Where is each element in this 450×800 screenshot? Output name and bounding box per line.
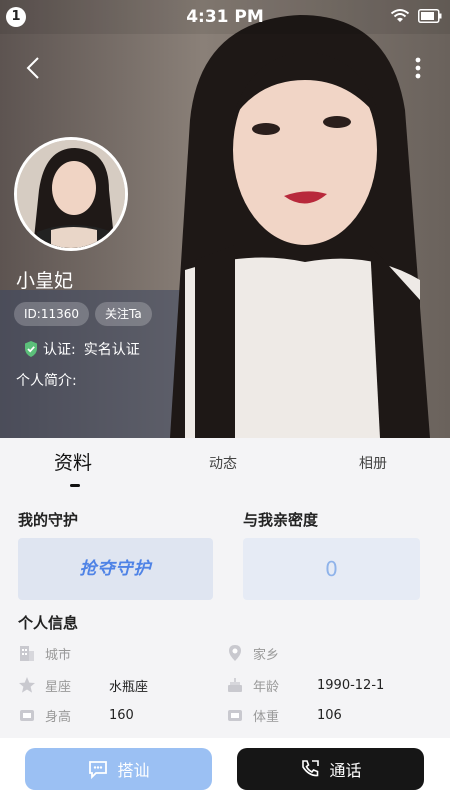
info-row-age: 年龄 1990-12-1 [226, 675, 384, 695]
avatar[interactable] [14, 137, 128, 251]
chat-up-button[interactable]: 搭讪 [25, 748, 212, 790]
location-pin-icon [229, 645, 241, 661]
wifi-icon [390, 9, 410, 22]
info-label-weight: 体重 [253, 709, 280, 725]
info-label-height: 身高 [45, 709, 72, 725]
info-row-city: 城市 [18, 643, 109, 663]
user-id-badge: ID:11360 [14, 302, 89, 326]
guard-title: 我的守护 [18, 511, 79, 529]
info-row-hometown: 家乡 [226, 643, 317, 663]
info-label-hometown: 家乡 [253, 647, 280, 663]
tab-info[interactable]: 资料 [54, 448, 92, 475]
verification-label: 认证: [43, 342, 76, 358]
info-label-age: 年龄 [253, 679, 280, 695]
info-row-weight: 体重 106 [226, 705, 342, 725]
status-bar: 1 4:31 PM [0, 0, 450, 34]
info-value-height: 160 [109, 707, 134, 723]
info-value-age: 1990-12-1 [317, 677, 385, 693]
info-value-constellation: 水瓶座 [109, 679, 149, 695]
chat-up-label: 搭讪 [117, 761, 150, 780]
personal-info-title: 个人信息 [18, 614, 79, 632]
avatar-image [17, 140, 125, 248]
building-icon [20, 646, 34, 661]
profile-tabs: 资料 动态 相册 [0, 438, 450, 492]
info-value-weight: 106 [317, 707, 342, 723]
follow-button[interactable]: 关注Ta [95, 302, 152, 326]
intimacy-value: 0 [243, 538, 420, 600]
seize-guard-button[interactable]: 抢夺守护 [18, 538, 213, 600]
info-label-constellation: 星座 [45, 679, 72, 695]
intimacy-title: 与我亲密度 [243, 511, 319, 529]
status-time: 4:31 PM [186, 7, 264, 27]
verification-value: 实名认证 [83, 342, 140, 358]
cake-icon [228, 678, 242, 692]
verification-row: 认证: 实名认证 [22, 339, 140, 359]
ruler-icon [20, 710, 34, 721]
chat-bubble-icon [89, 761, 108, 780]
verified-shield-icon [25, 341, 37, 357]
bio-label: 个人简介: [16, 373, 77, 389]
info-row-height: 身高 160 [18, 705, 134, 725]
battery-icon [418, 9, 442, 23]
call-button[interactable]: 通话 [237, 748, 424, 790]
phone-call-icon [302, 760, 320, 777]
back-button[interactable] [20, 54, 48, 82]
info-label-city: 城市 [45, 647, 72, 663]
call-label: 通话 [329, 761, 362, 780]
more-options-button[interactable] [408, 54, 428, 82]
info-row-constellation: 星座 水瓶座 [18, 675, 148, 695]
active-tab-indicator [70, 484, 80, 487]
star-icon [19, 677, 35, 693]
nickname: 小皇妃 [16, 270, 74, 292]
tab-dynamic[interactable]: 动态 [209, 453, 237, 473]
profile-hero: 1 4:31 PM 小皇妃 ID:11360 关注Ta 认证: 实名认证 个人简… [0, 0, 450, 438]
tab-album[interactable]: 相册 [359, 453, 387, 473]
scale-icon [228, 710, 242, 721]
